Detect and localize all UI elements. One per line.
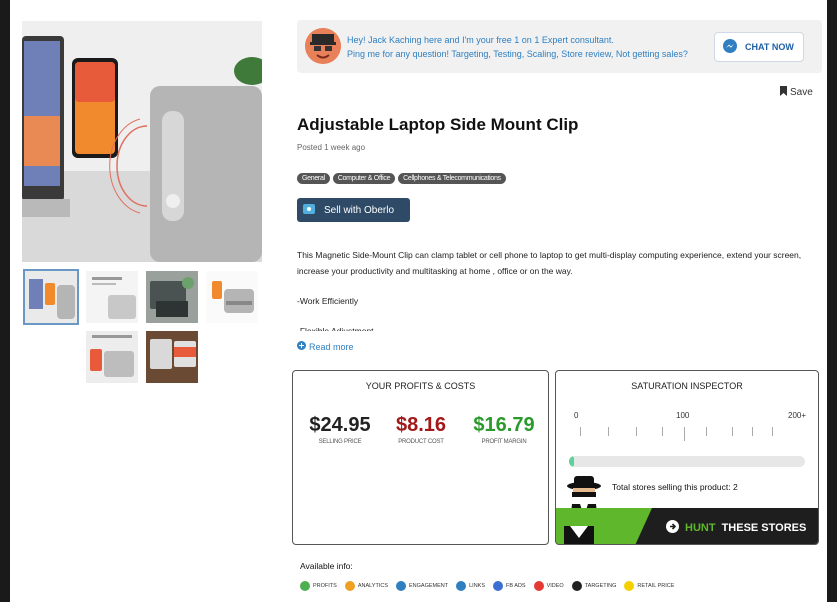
engagement-icon xyxy=(396,581,406,591)
selling-price-metric: $24.95 SELLING PRICE xyxy=(305,414,375,445)
product-cost-metric: $8.16 PRODUCT COST xyxy=(388,414,454,445)
saturation-inspector-panel: SATURATION INSPECTOR 0 100 200+ Total st… xyxy=(555,370,819,545)
plus-circle-icon xyxy=(297,341,306,352)
info-label: ENGAGEMENT xyxy=(409,583,449,589)
profit-margin-value: $16.79 xyxy=(473,414,535,436)
scale-label-min: 0 xyxy=(574,411,579,420)
dollar-icon xyxy=(300,581,310,591)
hunt-stores-accent xyxy=(556,508,652,544)
consultant-avatar xyxy=(305,28,341,64)
product-main-image[interactable] xyxy=(22,21,262,262)
profit-margin-label: PROFIT MARGIN xyxy=(481,439,527,445)
hunt-stores-label[interactable]: HUNT THESE STORES xyxy=(666,520,806,536)
product-thumbnail[interactable] xyxy=(23,269,79,325)
saturation-bar xyxy=(569,456,805,467)
selling-price-label: SELLING PRICE xyxy=(318,439,362,445)
target-icon xyxy=(571,581,582,591)
product-title: Adjustable Laptop Side Mount Clip xyxy=(297,115,579,134)
scale-tick xyxy=(684,427,685,441)
read-more-label: Read more xyxy=(309,341,354,352)
retail-price-icon xyxy=(624,581,635,591)
link-icon xyxy=(456,581,467,591)
info-item-targeting: TARGETING xyxy=(571,581,617,591)
messenger-icon xyxy=(723,39,737,55)
category-tag[interactable]: Computer & Office xyxy=(332,173,396,184)
info-item-analytics: ANALYTICS xyxy=(344,581,388,591)
hunt-word: HUNT xyxy=(685,522,716,534)
banner-intro-text: Hey! Jack Kaching here and I'm your free… xyxy=(347,35,614,45)
description-paragraph: -Work Efficiently xyxy=(297,296,359,306)
scale-tick xyxy=(580,427,581,436)
scale-label-max: 200+ xyxy=(788,411,807,420)
save-button[interactable]: Save xyxy=(780,86,813,99)
scale-tick xyxy=(636,427,637,436)
info-item-fb-ads: FB ADS xyxy=(493,581,526,591)
description-paragraph: -Flexible Adjustment xyxy=(297,326,374,331)
category-tag[interactable]: General xyxy=(297,173,330,184)
info-label: TARGETING xyxy=(584,583,617,589)
fb-ads-icon xyxy=(493,581,504,591)
expert-consultant-banner: Hey! Jack Kaching here and I'm your free… xyxy=(297,20,822,73)
info-label: LINKS xyxy=(469,583,486,589)
scale-label-mid: 100 xyxy=(676,411,690,420)
available-info-legend: PROFITS ANALYTICS ENGAGEMENT LINKS FB AD… xyxy=(300,581,674,591)
analytics-icon xyxy=(344,581,355,591)
description-paragraph: This Magnetic Side-Mount Clip can clamp … xyxy=(297,250,802,276)
info-label: ANALYTICS xyxy=(357,583,388,589)
scale-tick xyxy=(608,427,609,436)
info-item-video: VIDEO xyxy=(533,581,564,591)
scale-tick xyxy=(752,427,753,436)
profits-costs-panel: YOUR PROFITS & COSTS $24.95 SELLING PRIC… xyxy=(292,370,549,545)
scale-tick xyxy=(732,427,733,436)
chat-now-label: CHAT NOW xyxy=(745,42,794,52)
bookmark-icon xyxy=(780,86,787,99)
info-item-engagement: ENGAGEMENT xyxy=(396,581,448,591)
available-info-title: Available info: xyxy=(300,561,353,571)
info-label: PROFITS xyxy=(313,583,337,589)
product-cost-value: $8.16 xyxy=(395,414,447,436)
oberlo-icon xyxy=(303,203,315,217)
info-item-profits: PROFITS xyxy=(300,581,337,591)
product-thumbnail[interactable] xyxy=(86,331,138,383)
scale-tick xyxy=(706,427,707,436)
total-stores-text: Total stores selling this product: 2 xyxy=(612,482,738,492)
product-cost-label: PRODUCT COST xyxy=(398,439,444,445)
selling-price-value: $24.95 xyxy=(309,414,371,436)
info-item-links: LINKS xyxy=(456,581,485,591)
page: Hey! Jack Kaching here and I'm your free… xyxy=(10,0,827,602)
info-item-retail-price: RETAIL PRICE xyxy=(624,581,674,591)
category-tag[interactable]: Cellphones & Telecommunications xyxy=(398,173,506,184)
profits-panel-title: YOUR PROFITS & COSTS xyxy=(365,381,476,391)
scale-tick xyxy=(772,427,773,436)
info-label: RETAIL PRICE xyxy=(637,583,675,589)
banner-topics-text: Ping me for any question! Targeting, Tes… xyxy=(347,49,688,59)
video-icon xyxy=(533,581,544,591)
saturation-panel-title: SATURATION INSPECTOR xyxy=(631,381,743,391)
saturation-bar-fill xyxy=(569,456,574,467)
chat-now-button[interactable]: CHAT NOW xyxy=(714,32,804,62)
product-thumbnail[interactable] xyxy=(146,331,198,383)
arrow-right-circle-icon xyxy=(666,520,679,536)
scale-tick xyxy=(662,427,663,436)
read-more-link[interactable]: Read more xyxy=(297,341,354,352)
info-label: VIDEO xyxy=(546,583,564,589)
product-description: This Magnetic Side-Mount Clip can clamp … xyxy=(297,247,807,331)
profit-margin-metric: $16.79 PROFIT MARGIN xyxy=(465,414,543,445)
product-thumbnail[interactable] xyxy=(206,271,258,323)
category-tags: General Computer & Office Cellphones & T… xyxy=(297,173,506,184)
posted-date: Posted 1 week ago xyxy=(297,143,366,152)
save-label: Save xyxy=(790,87,813,98)
product-thumbnail[interactable] xyxy=(86,271,138,323)
sell-with-oberlo-button[interactable]: Sell with Oberlo xyxy=(297,198,410,222)
product-thumbnail[interactable] xyxy=(146,271,198,323)
these-stores-words: THESE STORES xyxy=(721,522,807,534)
info-label: FB ADS xyxy=(506,583,526,589)
oberlo-label: Sell with Oberlo xyxy=(324,204,395,216)
